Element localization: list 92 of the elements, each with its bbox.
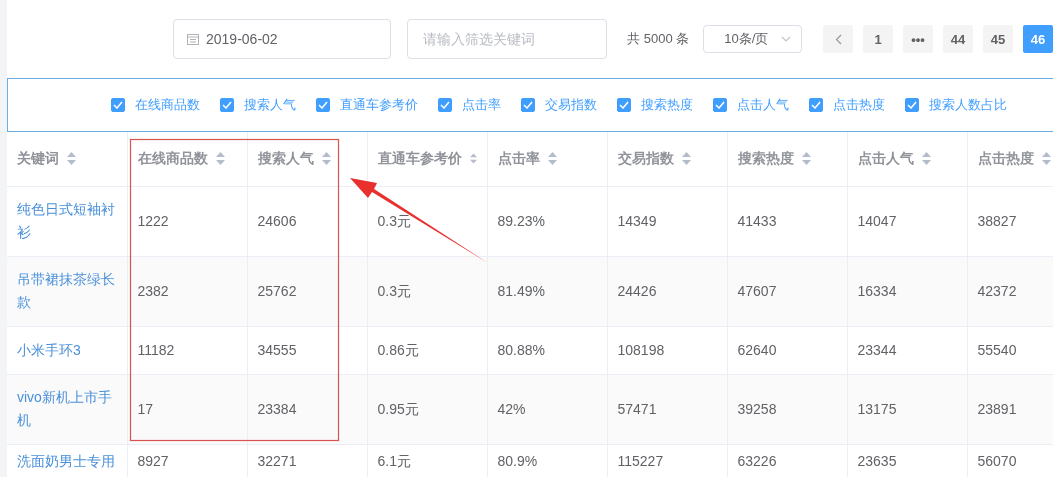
sort-icon[interactable] [321,152,331,166]
checkbox-label[interactable]: 点击热度 [833,96,885,114]
page-button[interactable]: 44 [943,25,973,53]
total-count: 共 5000 条 [627,30,690,48]
table-cell: 24426 [617,282,657,299]
sort-icon[interactable] [215,152,225,166]
table-cell: 8927 [137,452,169,469]
checkbox[interactable] [111,98,125,112]
checkbox-label[interactable]: 交易指数 [545,96,597,114]
table-cell: 17 [137,400,154,417]
table-cell: 6.1元 [377,452,411,469]
table-cell: 11182 [137,341,175,358]
table-cell: 81.49% [497,282,545,299]
table-cell: 42372 [977,282,1017,299]
checkbox[interactable] [316,98,330,112]
keyword-link[interactable]: 纯色日式短袖衬衫 [17,198,117,244]
column-header[interactable]: 搜索热度 [737,149,794,168]
checkbox[interactable] [617,98,631,112]
table-cell: 42% [497,400,526,417]
table-cell: 57471 [617,400,657,417]
table-cell: 41433 [737,212,777,229]
checkbox-label[interactable]: 点击率 [462,96,501,114]
calendar-icon [187,33,199,45]
table-cell: 14349 [617,212,657,229]
page-button[interactable]: 1 [863,25,893,53]
table-cell: 23635 [857,452,897,469]
column-header[interactable]: 点击率 [497,149,540,168]
table-cell: 14047 [857,212,897,229]
column-header[interactable]: 点击热度 [977,149,1034,168]
table-cell: 25762 [257,282,297,299]
sort-icon[interactable] [1041,152,1051,166]
table-cell: 0.95元 [377,400,419,417]
checkbox[interactable] [521,98,535,112]
sort-icon[interactable] [681,152,691,166]
table-cell: 80.9% [497,452,538,469]
table-cell: 89.23% [497,212,545,229]
page-button[interactable]: ••• [903,25,933,53]
table-cell: 39258 [737,400,777,417]
page-button[interactable]: 45 [983,25,1013,53]
table-cell: 62640 [737,341,777,358]
column-header[interactable]: 点击人气 [857,149,914,168]
table-cell: 32271 [257,452,297,469]
keyword-search-field[interactable]: 请输入筛选关键词 [407,19,608,59]
checkbox-label[interactable]: 点击人气 [737,96,789,114]
checkbox[interactable] [809,98,823,112]
table-cell: 115227 [617,452,664,469]
page-size-select[interactable]: 10条/页 [703,25,802,53]
table-cell: 80.88% [497,341,545,358]
prev-page-button[interactable] [823,25,853,53]
checkbox-label[interactable]: 搜索热度 [641,96,693,114]
chevron-down-icon [781,36,791,42]
sort-icon[interactable] [469,152,477,166]
sort-icon[interactable] [547,152,557,166]
sort-icon[interactable] [801,152,811,166]
date-field[interactable]: 2019-06-02 [173,19,392,59]
column-header[interactable]: 直通车参考价 [377,149,462,168]
column-header[interactable]: 搜索人气 [257,149,314,168]
table-cell: 23344 [857,341,897,358]
checkbox[interactable] [713,98,727,112]
keyword-link[interactable]: 洗面奶男士专用 [17,449,117,473]
table-cell: 108198 [617,341,665,358]
table-cell: 13175 [857,400,897,417]
table-cell: 34555 [257,341,297,358]
sort-icon[interactable] [67,152,76,166]
column-header[interactable]: 交易指数 [617,149,674,168]
table-cell: 0.3元 [377,212,411,229]
table-cell: 2382 [137,282,169,299]
table-cell: 23891 [977,400,1017,417]
table-cell: 47607 [737,282,777,299]
table-cell: 0.86元 [377,341,419,358]
keyword-link[interactable]: 小米手环3 [17,338,117,362]
checkbox[interactable] [438,98,452,112]
table-cell: 1222 [137,212,169,229]
page-button[interactable]: 46 [1023,25,1053,53]
table-cell: 38827 [977,212,1017,229]
column-header[interactable]: 在线商品数 [137,149,208,168]
table-cell: 56070 [977,452,1017,469]
checkbox-label[interactable]: 搜索人气 [244,96,296,114]
checkbox-label[interactable]: 直通车参考价 [340,96,418,114]
table-cell: 55540 [977,341,1017,358]
table-cell: 0.3元 [377,282,411,299]
checkbox[interactable] [905,98,919,112]
table-cell: 23384 [257,400,297,417]
checkbox-label[interactable]: 在线商品数 [135,96,200,114]
table-cell: 16334 [857,282,897,299]
chevron-left-icon [834,33,842,45]
checkbox-label[interactable]: 搜索人数占比 [929,96,1007,114]
table-cell: 63226 [737,452,777,469]
sort-icon[interactable] [921,152,931,166]
checkbox[interactable] [220,98,234,112]
table-cell: 24606 [257,212,297,229]
column-header[interactable]: 关键词 [17,149,59,168]
